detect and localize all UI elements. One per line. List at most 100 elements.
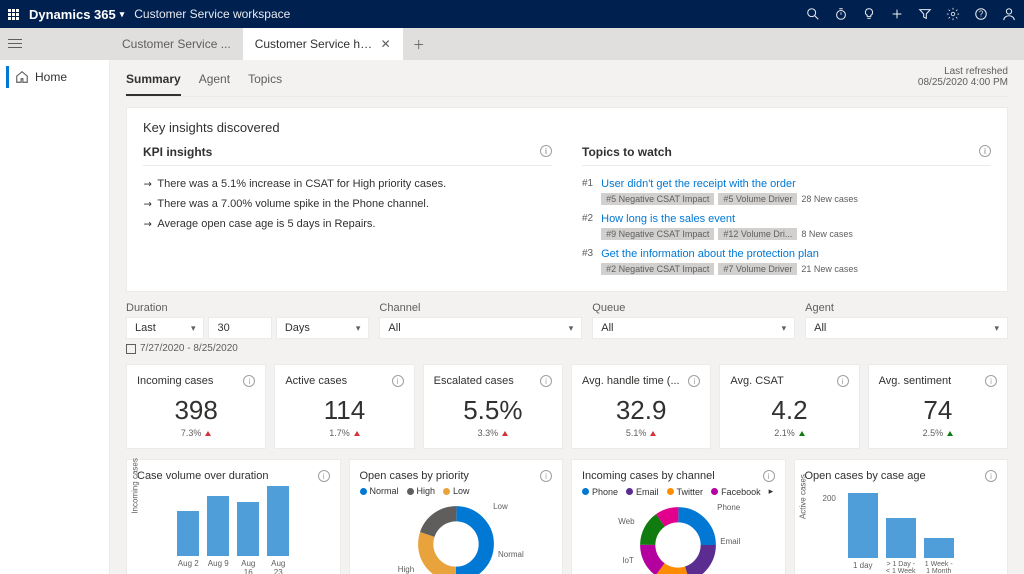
filter-label: Duration <box>126 302 369 314</box>
topic-tag: #5 Volume Driver <box>718 193 797 205</box>
topic-item: #1 User didn't get the receipt with the … <box>582 174 991 209</box>
chevron-down-icon: ▾ <box>569 323 574 334</box>
bar-chart <box>177 486 289 556</box>
filter-label: Channel <box>379 302 582 314</box>
duration-number-select[interactable]: 30 <box>208 317 271 339</box>
add-tab-button[interactable]: ＋ <box>403 28 435 60</box>
kpi-avg-csat: Avg. CSATi4.22.1% <box>719 364 859 449</box>
trend-up-icon <box>650 431 656 436</box>
duration-unit-select[interactable]: Days▾ <box>276 317 370 339</box>
info-icon[interactable]: i <box>318 470 330 482</box>
chevron-down-icon: ▾ <box>994 323 999 334</box>
scroll-right-icon[interactable]: ▸ <box>769 486 774 497</box>
topic-link[interactable]: User didn't get the receipt with the ord… <box>601 178 858 190</box>
product-name[interactable]: Dynamics 365▾ <box>29 7 124 22</box>
trend-up-icon <box>947 431 953 436</box>
kpi-value: 398 <box>137 395 255 426</box>
info-icon[interactable]: i <box>985 375 997 387</box>
trend-up-icon <box>502 431 508 436</box>
main-content: Last refreshed 08/25/2020 4:00 PM Summar… <box>110 60 1024 574</box>
channel-select[interactable]: All▾ <box>379 317 582 339</box>
user-icon[interactable] <box>1002 7 1016 21</box>
tab-customer-service[interactable]: Customer Service ... <box>110 28 243 60</box>
subtab-topics[interactable]: Topics <box>248 66 282 96</box>
search-icon[interactable] <box>806 7 820 21</box>
kpi-value: 114 <box>285 395 403 426</box>
chart-priority: Open cases by priorityi NormalHighLow Lo… <box>349 459 564 574</box>
donut-chart: Low Normal High <box>416 504 496 574</box>
info-icon[interactable]: i <box>243 375 255 387</box>
info-icon[interactable]: i <box>763 470 775 482</box>
filter-bar: Duration Last▾ 30 Days▾ Channel All▾ Que… <box>126 302 1008 339</box>
kpi-value: 5.5% <box>434 395 552 426</box>
queue-select[interactable]: All▾ <box>592 317 795 339</box>
info-icon[interactable]: i <box>540 470 552 482</box>
kpi-avg-handle-time: Avg. handle time (...i32.95.1% <box>571 364 711 449</box>
kpi-cards: Incoming casesi3987.3% Active casesi1141… <box>126 364 1008 449</box>
bar-chart <box>848 488 954 558</box>
plus-icon[interactable] <box>890 7 904 21</box>
chart-case-age: Open cases by case agei Active cases 200… <box>794 459 1009 574</box>
hamburger-icon[interactable] <box>8 36 22 51</box>
timer-icon[interactable] <box>834 7 848 21</box>
info-icon[interactable]: i <box>540 145 552 157</box>
subtab-summary[interactable]: Summary <box>126 66 181 96</box>
info-icon[interactable]: i <box>979 145 991 157</box>
topics-watch-title: Topics to watch <box>582 145 672 159</box>
last-refreshed: Last refreshed 08/25/2020 4:00 PM <box>918 66 1008 88</box>
info-icon[interactable]: i <box>837 375 849 387</box>
topic-cases: 8 New cases <box>801 229 853 239</box>
lightbulb-icon[interactable] <box>862 7 876 21</box>
info-icon[interactable]: i <box>392 375 404 387</box>
trend-arrow-icon: ↗ <box>140 197 154 211</box>
insights-panel: Key insights discovered KPI insightsi ↗T… <box>126 107 1008 292</box>
duration-last-select[interactable]: Last▾ <box>126 317 204 339</box>
topic-item: #3 Get the information about the protect… <box>582 244 991 279</box>
global-header: Dynamics 365▾ Customer Service workspace… <box>0 0 1024 28</box>
sidebar-item-home[interactable]: Home <box>6 66 103 88</box>
trend-up-icon <box>354 431 360 436</box>
topic-cases: 28 New cases <box>801 194 858 204</box>
chart-channel: Incoming cases by channeli PhoneEmailTwi… <box>571 459 786 574</box>
topic-cases: 21 New cases <box>801 264 858 274</box>
kpi-value: 74 <box>879 395 997 426</box>
topic-link[interactable]: Get the information about the protection… <box>601 248 858 260</box>
sidebar: Home <box>0 60 110 574</box>
topic-tag: #5 Negative CSAT Impact <box>601 193 714 205</box>
kpi-insight-item: ↗There was a 7.00% volume spike in the P… <box>143 194 552 214</box>
trend-arrow-icon: ↗ <box>140 217 154 231</box>
kpi-insight-item: ↗Average open case age is 5 days in Repa… <box>143 214 552 234</box>
help-icon[interactable]: ? <box>974 7 988 21</box>
insights-title: Key insights discovered <box>143 120 991 135</box>
topic-tag: #2 Negative CSAT Impact <box>601 263 714 275</box>
subtab-agent[interactable]: Agent <box>199 66 230 96</box>
date-range-display: 7/27/2020 - 8/25/2020 <box>126 343 1008 354</box>
agent-select[interactable]: All▾ <box>805 317 1008 339</box>
info-icon[interactable]: i <box>985 470 997 482</box>
home-icon <box>15 70 29 84</box>
info-icon[interactable]: i <box>540 375 552 387</box>
filter-label: Agent <box>805 302 1008 314</box>
app-launcher-icon[interactable] <box>8 9 19 20</box>
filter-icon[interactable] <box>918 7 932 21</box>
tab-historical-analytics[interactable]: Customer Service historic...✕ <box>243 28 403 60</box>
svg-text:?: ? <box>979 10 984 19</box>
topic-tag: #7 Volume Driver <box>718 263 797 275</box>
chart-volume-duration: Case volume over durationi Incoming case… <box>126 459 341 574</box>
calendar-icon <box>126 344 136 354</box>
gear-icon[interactable] <box>946 7 960 21</box>
trend-up-icon <box>205 431 211 436</box>
trend-arrow-icon: ↗ <box>140 177 154 191</box>
report-tabs: Summary Agent Topics <box>126 60 1008 97</box>
filter-label: Queue <box>592 302 795 314</box>
chevron-down-icon: ▾ <box>120 9 125 20</box>
info-icon[interactable]: i <box>688 375 700 387</box>
kpi-active-cases: Active casesi1141.7% <box>274 364 414 449</box>
close-icon[interactable]: ✕ <box>381 37 391 51</box>
topic-link[interactable]: How long is the sales event <box>601 213 853 225</box>
topic-item: #2 How long is the sales event #9 Negati… <box>582 209 991 244</box>
sidebar-item-label: Home <box>35 70 67 84</box>
trend-up-icon <box>799 431 805 436</box>
kpi-value: 4.2 <box>730 395 848 426</box>
kpi-value: 32.9 <box>582 395 700 426</box>
